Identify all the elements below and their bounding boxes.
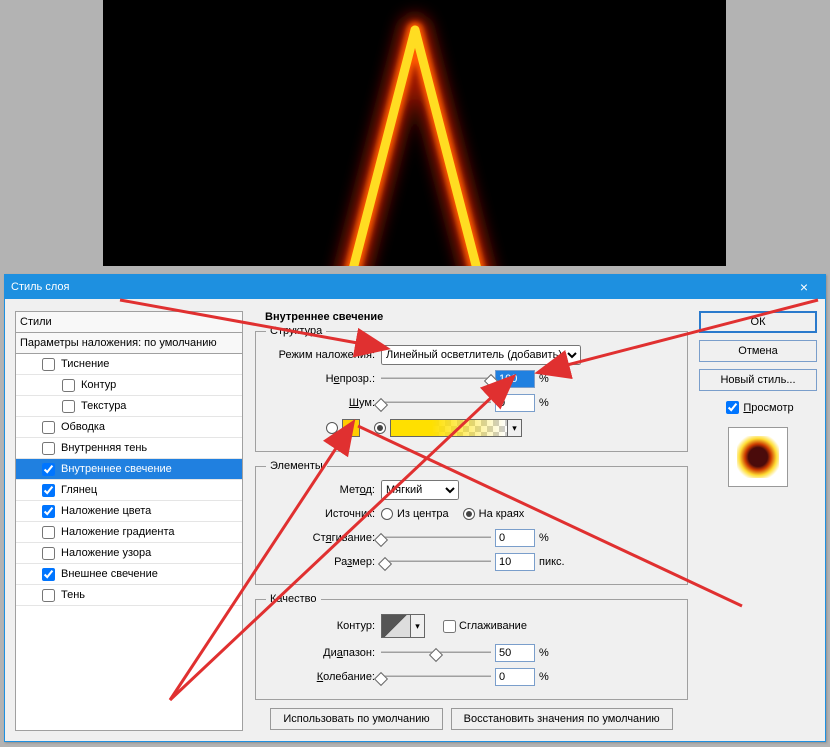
- opacity-slider[interactable]: [381, 372, 491, 386]
- make-default-button[interactable]: Использовать по умолчанию: [270, 708, 442, 730]
- choke-label: Стягивание:: [266, 532, 381, 544]
- size-slider[interactable]: [381, 555, 491, 569]
- list-item-inner-glow[interactable]: Внутреннее свечение: [16, 459, 242, 480]
- source-label: Источник:: [266, 508, 381, 520]
- list-item-stroke[interactable]: Обводка: [16, 417, 242, 438]
- checkbox[interactable]: [42, 589, 55, 602]
- source-center-label: Из центра: [397, 508, 449, 520]
- style-preview: [728, 427, 788, 487]
- contour-label: Контур:: [266, 620, 381, 632]
- gradient-swatch[interactable]: [390, 419, 508, 437]
- effects-list: Стили Параметры наложения: по умолчанию …: [15, 311, 243, 731]
- range-unit: %: [539, 647, 549, 659]
- glow-letter: [285, 0, 545, 266]
- list-item-outer-glow[interactable]: Внешнее свечение: [16, 564, 242, 585]
- choke-input[interactable]: 0: [495, 529, 535, 547]
- dialog-buttons: ОК Отмена Новый стиль... Просмотр: [699, 311, 817, 487]
- layer-style-dialog: Стиль слоя × Стили Параметры наложения: …: [4, 274, 826, 742]
- range-input[interactable]: 50: [495, 644, 535, 662]
- antialias-label: Сглаживание: [459, 620, 527, 632]
- settings-panel: Внутреннее свечение Структура Режим нало…: [255, 311, 688, 730]
- jitter-label: Колебание:: [266, 671, 381, 683]
- checkbox[interactable]: [62, 379, 75, 392]
- new-style-button[interactable]: Новый стиль...: [699, 369, 817, 391]
- blend-mode-select[interactable]: Линейный осветлитель (добавить): [381, 345, 581, 365]
- color-swatch[interactable]: [342, 419, 360, 437]
- method-select[interactable]: Мягкий: [381, 480, 459, 500]
- opacity-input[interactable]: 100: [495, 370, 535, 388]
- list-item-satin[interactable]: Глянец: [16, 480, 242, 501]
- preview-glow-icon: [737, 436, 779, 478]
- structure-group: Структура Режим наложения: Линейный осве…: [255, 325, 688, 452]
- titlebar[interactable]: Стиль слоя ×: [5, 275, 825, 299]
- elements-legend: Элементы: [266, 460, 327, 472]
- preview-label: Просмотр: [743, 402, 793, 414]
- noise-label: Шум:: [266, 397, 381, 409]
- size-label: Размер:: [266, 556, 381, 568]
- list-item-inner-shadow[interactable]: Внутренняя тень: [16, 438, 242, 459]
- list-item-texture[interactable]: Текстура: [16, 396, 242, 417]
- checkbox[interactable]: [42, 547, 55, 560]
- antialias-checkbox[interactable]: [443, 620, 456, 633]
- panel-title: Внутреннее свечение: [255, 311, 688, 325]
- noise-unit: %: [539, 397, 549, 409]
- checkbox[interactable]: [42, 505, 55, 518]
- checkbox[interactable]: [42, 463, 55, 476]
- dialog-title: Стиль слоя: [11, 281, 789, 293]
- preview-checkbox[interactable]: [726, 401, 739, 414]
- blend-options-header[interactable]: Параметры наложения: по умолчанию: [16, 333, 242, 354]
- noise-slider[interactable]: [381, 396, 491, 410]
- checkbox[interactable]: [62, 400, 75, 413]
- source-edge-radio[interactable]: [463, 508, 475, 520]
- document-canvas: [103, 0, 726, 266]
- quality-legend: Качество: [266, 593, 321, 605]
- source-center-radio[interactable]: [381, 508, 393, 520]
- jitter-unit: %: [539, 671, 549, 683]
- checkbox[interactable]: [42, 358, 55, 371]
- color-gradient-radio[interactable]: [374, 422, 386, 434]
- choke-slider[interactable]: [381, 531, 491, 545]
- range-label: Диапазон:: [266, 647, 381, 659]
- contour-dropdown[interactable]: ▾: [411, 614, 425, 638]
- blend-mode-label: Режим наложения:: [266, 349, 381, 361]
- elements-group: Элементы Метод: Мягкий Источник: Из цент…: [255, 460, 688, 585]
- opacity-unit: %: [539, 373, 549, 385]
- list-item-drop-shadow[interactable]: Тень: [16, 585, 242, 606]
- jitter-slider[interactable]: [381, 670, 491, 684]
- ok-button[interactable]: ОК: [699, 311, 817, 333]
- quality-group: Качество Контур: ▾ Сглаживание Диапазон:…: [255, 593, 688, 700]
- size-input[interactable]: 10: [495, 553, 535, 571]
- checkbox[interactable]: [42, 484, 55, 497]
- close-icon[interactable]: ×: [789, 279, 819, 295]
- checkbox[interactable]: [42, 442, 55, 455]
- styles-header[interactable]: Стили: [16, 312, 242, 333]
- color-solid-radio[interactable]: [326, 422, 338, 434]
- gradient-dropdown[interactable]: ▾: [508, 419, 522, 437]
- cancel-button[interactable]: Отмена: [699, 340, 817, 362]
- checkbox[interactable]: [42, 568, 55, 581]
- contour-swatch[interactable]: [381, 614, 411, 638]
- list-item-pattern-overlay[interactable]: Наложение узора: [16, 543, 242, 564]
- list-item-color-overlay[interactable]: Наложение цвета: [16, 501, 242, 522]
- source-edge-label: На краях: [479, 508, 525, 520]
- reset-default-button[interactable]: Восстановить значения по умолчанию: [451, 708, 673, 730]
- opacity-label: Непрозр.:: [266, 373, 381, 385]
- method-label: Метод:: [266, 484, 381, 496]
- structure-legend: Структура: [266, 325, 326, 337]
- checkbox[interactable]: [42, 526, 55, 539]
- jitter-input[interactable]: 0: [495, 668, 535, 686]
- list-item-bevel[interactable]: Тиснение: [16, 354, 242, 375]
- size-unit: пикс.: [539, 556, 565, 568]
- checkbox[interactable]: [42, 421, 55, 434]
- range-slider[interactable]: [381, 646, 491, 660]
- list-item-contour[interactable]: Контур: [16, 375, 242, 396]
- choke-unit: %: [539, 532, 549, 544]
- list-item-gradient-overlay[interactable]: Наложение градиента: [16, 522, 242, 543]
- noise-input[interactable]: 0: [495, 394, 535, 412]
